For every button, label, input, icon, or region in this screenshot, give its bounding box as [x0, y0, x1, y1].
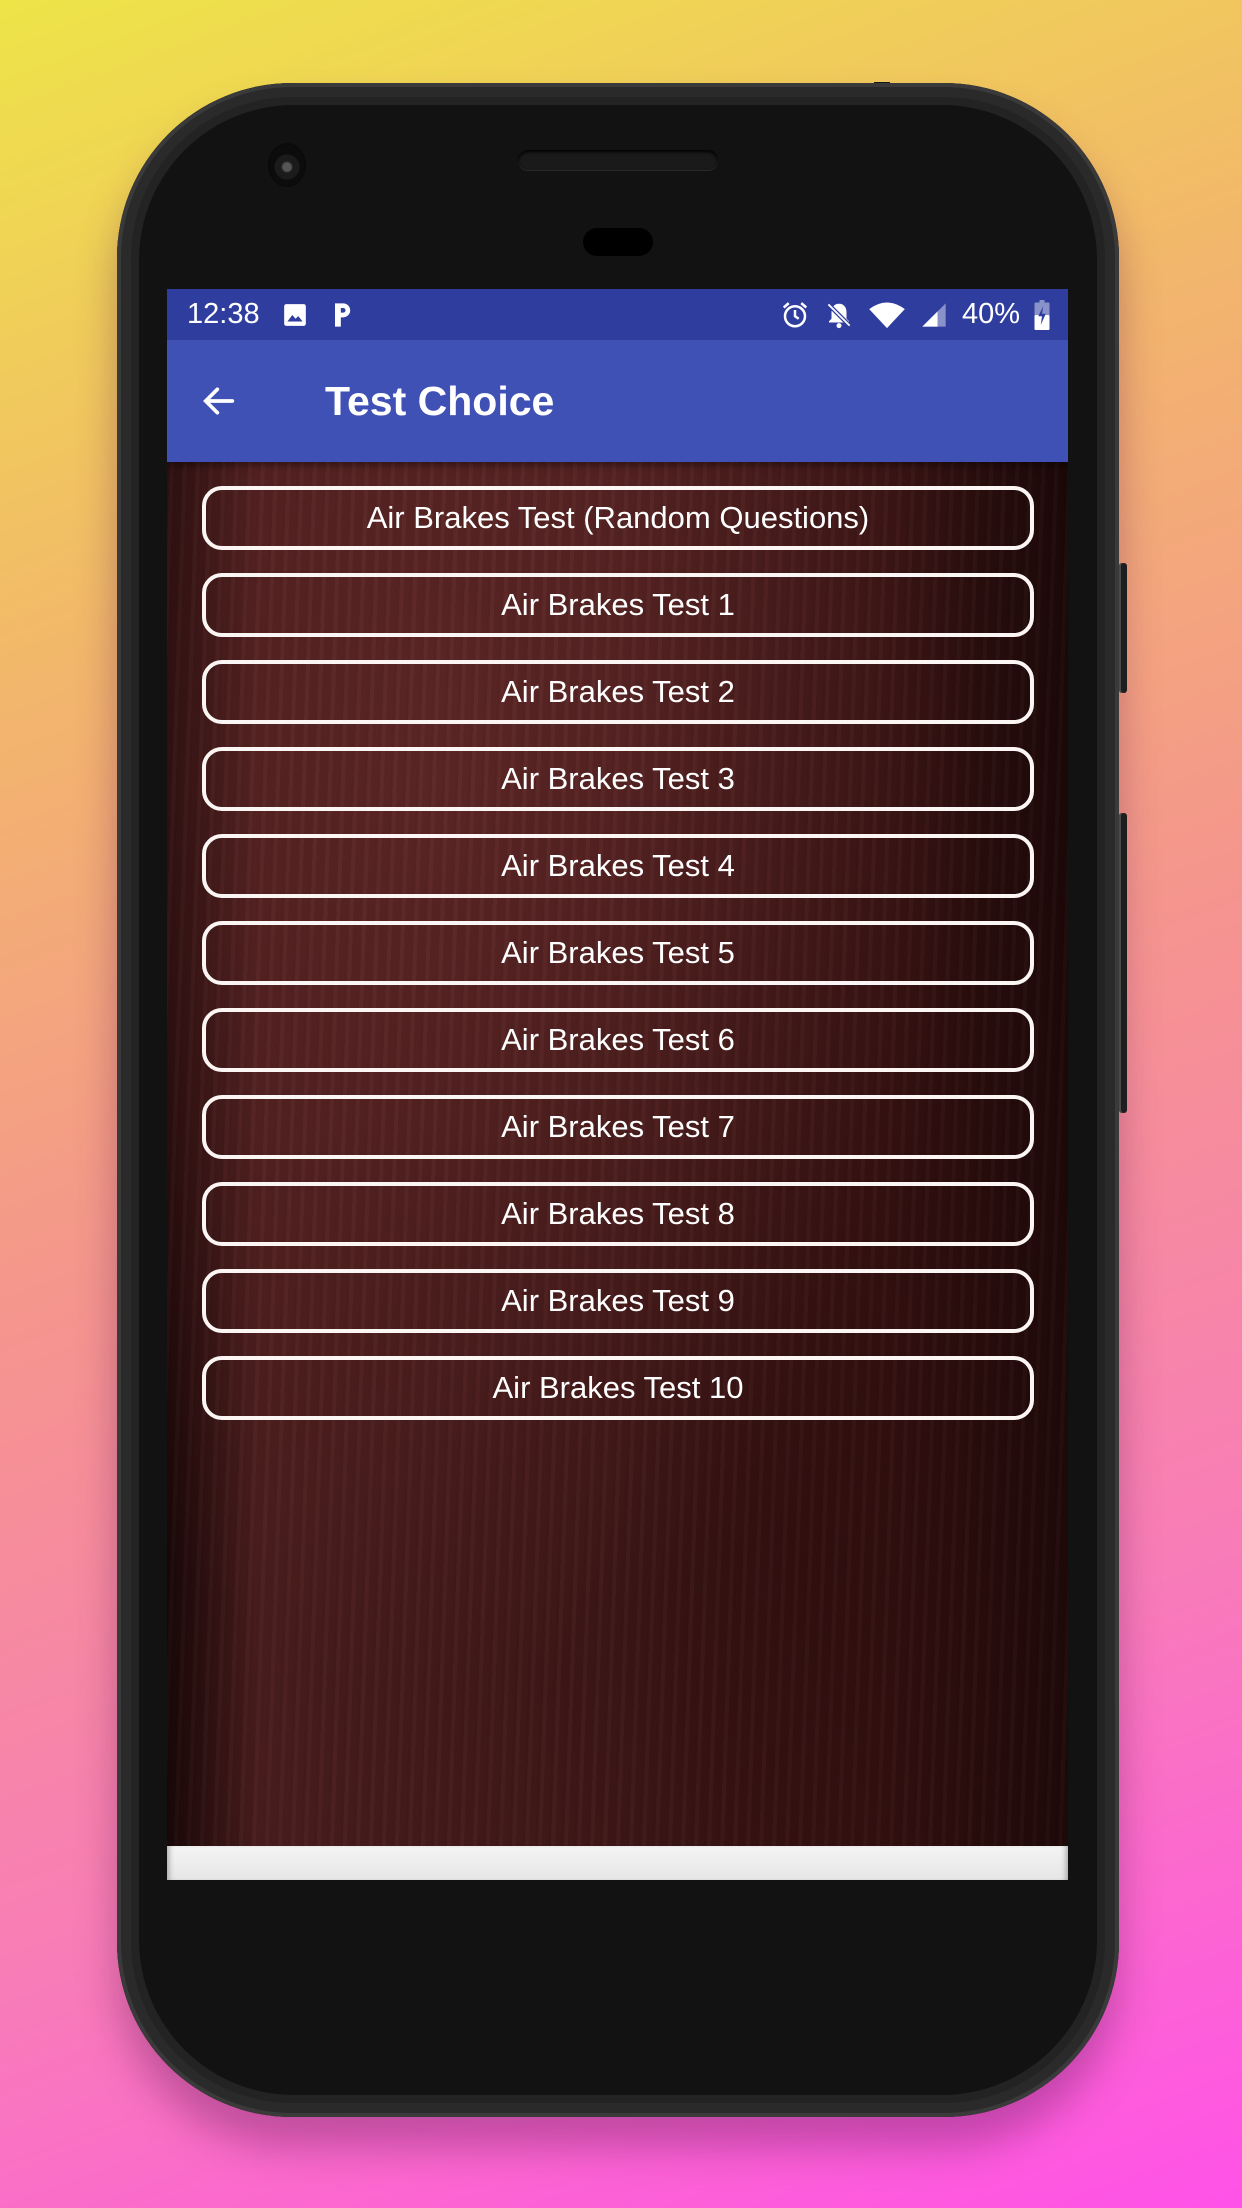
test-button-9[interactable]: Air Brakes Test 9 [202, 1269, 1034, 1333]
battery-percent: 40% [961, 298, 1020, 330]
wifi-icon [868, 300, 906, 330]
test-button-2[interactable]: Air Brakes Test 2 [202, 660, 1034, 724]
test-list-container: Air Brakes Test (Random Questions) Air B… [167, 462, 1068, 1846]
phone-screen: 12:38 40% Test Choice Air Brakes Test (R… [167, 289, 1068, 1880]
test-button-8[interactable]: Air Brakes Test 8 [202, 1182, 1034, 1246]
test-button-3[interactable]: Air Brakes Test 3 [202, 747, 1034, 811]
test-button-5[interactable]: Air Brakes Test 5 [202, 921, 1034, 985]
status-left: 12:38 [187, 289, 354, 340]
ad-banner-placeholder [167, 1846, 1068, 1880]
notifications-off-icon [824, 300, 854, 330]
page-title: Test Choice [325, 378, 555, 424]
alarm-icon [780, 300, 810, 330]
proximity-sensor [583, 228, 653, 256]
test-button-6[interactable]: Air Brakes Test 6 [202, 1008, 1034, 1072]
battery-charging-icon [1034, 299, 1050, 330]
test-button-4[interactable]: Air Brakes Test 4 [202, 834, 1034, 898]
image-icon [282, 302, 308, 328]
volume-button [1119, 813, 1127, 1113]
parking-p-icon [330, 301, 354, 329]
status-time: 12:38 [187, 298, 260, 330]
test-list: Air Brakes Test (Random Questions) Air B… [202, 486, 1034, 1443]
status-bar: 12:38 40% [167, 289, 1068, 340]
test-button-random[interactable]: Air Brakes Test (Random Questions) [202, 486, 1034, 550]
back-button[interactable] [189, 371, 249, 431]
test-button-7[interactable]: Air Brakes Test 7 [202, 1095, 1034, 1159]
app-bar: Test Choice [167, 340, 1068, 462]
front-camera [270, 145, 304, 185]
test-button-10[interactable]: Air Brakes Test 10 [202, 1356, 1034, 1420]
arrow-left-icon [199, 381, 239, 421]
status-right: 40% [780, 289, 1050, 340]
signal-icon [920, 301, 948, 329]
test-button-1[interactable]: Air Brakes Test 1 [202, 573, 1034, 637]
earpiece-speaker [518, 150, 718, 170]
power-button [1119, 563, 1127, 693]
